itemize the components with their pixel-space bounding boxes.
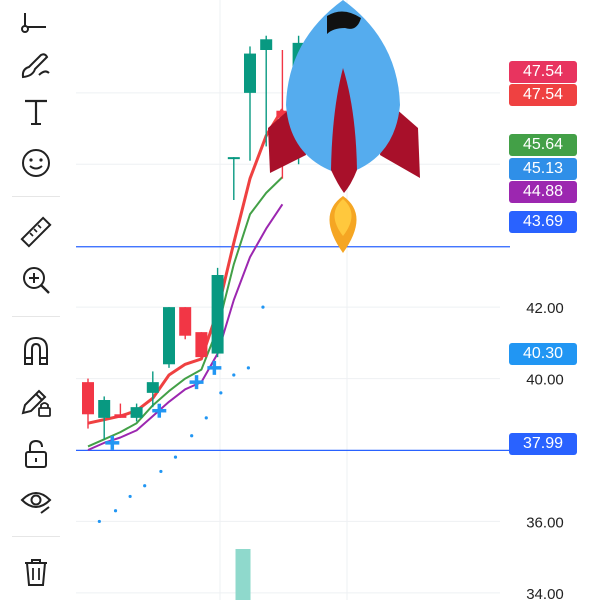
candle-body bbox=[98, 400, 111, 418]
brush-icon bbox=[21, 53, 50, 79]
y-tick-label: 34.00 bbox=[526, 586, 564, 600]
candle[interactable] bbox=[244, 46, 256, 161]
rocket-sticker[interactable] bbox=[268, 0, 420, 253]
volume-bars bbox=[235, 549, 251, 600]
trash-icon bbox=[25, 559, 47, 586]
parabolic-dot bbox=[246, 366, 250, 370]
candle[interactable] bbox=[98, 396, 111, 440]
zoom-in-tool[interactable] bbox=[12, 256, 60, 304]
candle[interactable] bbox=[211, 267, 224, 358]
parabolic-dot bbox=[232, 373, 236, 377]
candle-body bbox=[114, 414, 127, 418]
parabolic-dot bbox=[128, 494, 132, 499]
parabolic-dot bbox=[159, 469, 163, 474]
text-tool[interactable] bbox=[12, 88, 60, 136]
parabolic-dot bbox=[204, 416, 208, 420]
parabolic-dot bbox=[173, 455, 178, 459]
emoji-icon bbox=[22, 149, 50, 177]
y-tick-label: 42.00 bbox=[526, 300, 564, 317]
drawing-lock-tool[interactable] bbox=[12, 378, 60, 426]
candle-body bbox=[82, 382, 94, 415]
brush-tool[interactable] bbox=[12, 42, 60, 90]
candle-body bbox=[179, 307, 192, 336]
toolbar-separator bbox=[12, 196, 60, 197]
price-tag: 45.64 bbox=[509, 134, 577, 156]
candle-body bbox=[130, 407, 143, 418]
candle-body bbox=[146, 382, 159, 393]
magnet-icon bbox=[24, 336, 48, 365]
y-tick-label: 40.00 bbox=[526, 372, 564, 389]
unlock-tool[interactable] bbox=[12, 430, 60, 478]
parabolic-dot bbox=[143, 484, 147, 488]
price-tag: 44.88 bbox=[509, 181, 577, 203]
candle[interactable] bbox=[227, 157, 240, 200]
moving-average-line bbox=[87, 108, 284, 425]
parabolic-dot bbox=[97, 519, 101, 524]
parabolic-dot bbox=[113, 509, 118, 513]
delete-tool[interactable] bbox=[12, 548, 60, 596]
candle-body bbox=[227, 157, 240, 160]
y-tick-label: 36.00 bbox=[526, 514, 564, 531]
toolbar-separator bbox=[12, 316, 60, 317]
parabolic-dot bbox=[261, 305, 265, 309]
price-tag: 47.54 bbox=[509, 84, 577, 106]
unlock-icon bbox=[25, 439, 47, 468]
parabolic-dot bbox=[190, 434, 194, 438]
moving-averages bbox=[87, 108, 284, 451]
candle-body bbox=[163, 307, 175, 365]
eye-icon bbox=[20, 492, 52, 514]
price-tag: 47.54 bbox=[509, 61, 577, 83]
zoom-in-icon bbox=[23, 267, 50, 294]
visibility-tool[interactable] bbox=[12, 476, 60, 524]
price-tag: 37.99 bbox=[509, 433, 577, 455]
trend-line-tool[interactable] bbox=[12, 0, 60, 40]
chart-screen: 48.0046.0042.0040.0036.0034.00 47.5447.5… bbox=[0, 0, 600, 600]
ruler-tool[interactable] bbox=[12, 208, 60, 256]
candle[interactable] bbox=[179, 307, 192, 340]
candle-body bbox=[244, 53, 256, 93]
price-tag: 45.13 bbox=[509, 158, 577, 180]
price-tag: 43.69 bbox=[509, 211, 577, 233]
magnet-tool[interactable] bbox=[12, 327, 60, 375]
toolbar-separator bbox=[12, 536, 60, 537]
emoji-tool[interactable] bbox=[12, 139, 60, 187]
pencil-lock-icon bbox=[21, 389, 51, 417]
candle-body bbox=[195, 332, 208, 358]
candle[interactable] bbox=[163, 307, 175, 368]
cross-marker bbox=[207, 360, 222, 375]
parabolic-dot bbox=[219, 391, 223, 395]
price-tag: 40.30 bbox=[509, 343, 577, 365]
candle-body bbox=[260, 39, 273, 50]
candle[interactable] bbox=[195, 332, 208, 358]
trend-line-icon bbox=[21, 13, 46, 33]
candle-body bbox=[211, 275, 224, 354]
ruler-icon bbox=[20, 216, 52, 248]
drawing-toolbar bbox=[0, 0, 76, 600]
text-icon bbox=[25, 99, 47, 125]
volume-bar bbox=[235, 549, 251, 600]
horizontal-lines[interactable] bbox=[76, 246, 510, 452]
candle[interactable] bbox=[114, 403, 127, 418]
